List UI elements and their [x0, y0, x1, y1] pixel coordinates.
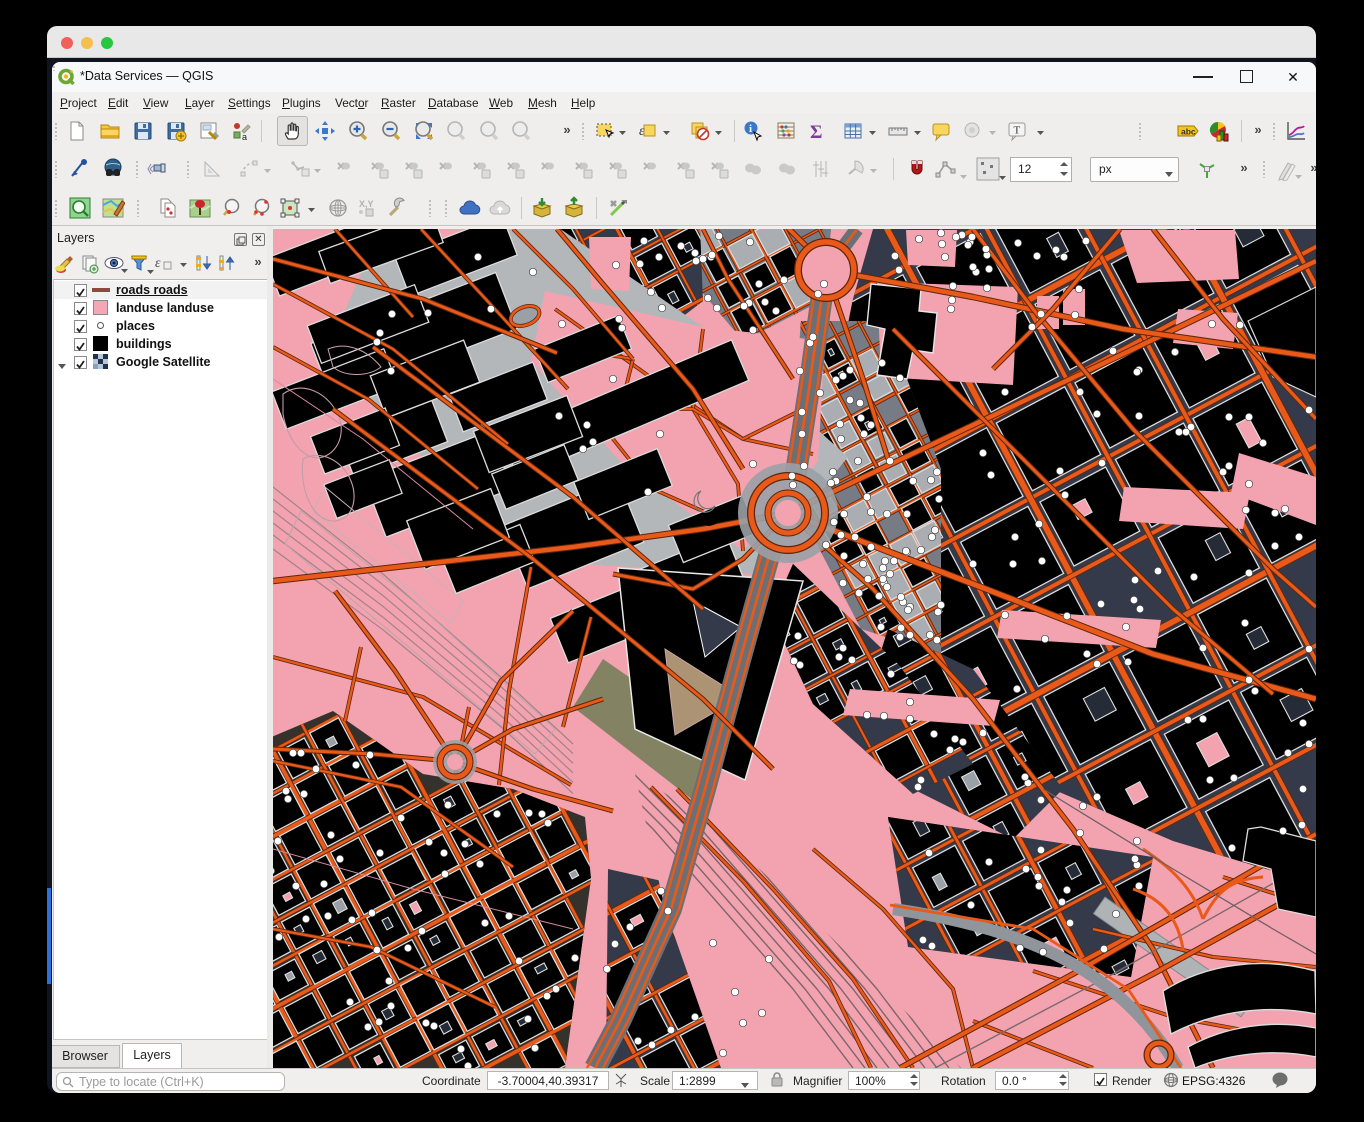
svg-text:ε: ε	[639, 124, 645, 139]
svg-text:ε: ε	[155, 256, 161, 271]
svg-text:X,Y: X,Y	[359, 199, 374, 209]
svg-text:T: T	[1014, 125, 1021, 137]
svg-text:i: i	[749, 123, 752, 135]
svg-text:a: a	[242, 132, 247, 142]
svg-text:Σ: Σ	[810, 122, 822, 143]
svg-text:abc: abc	[1181, 127, 1196, 137]
